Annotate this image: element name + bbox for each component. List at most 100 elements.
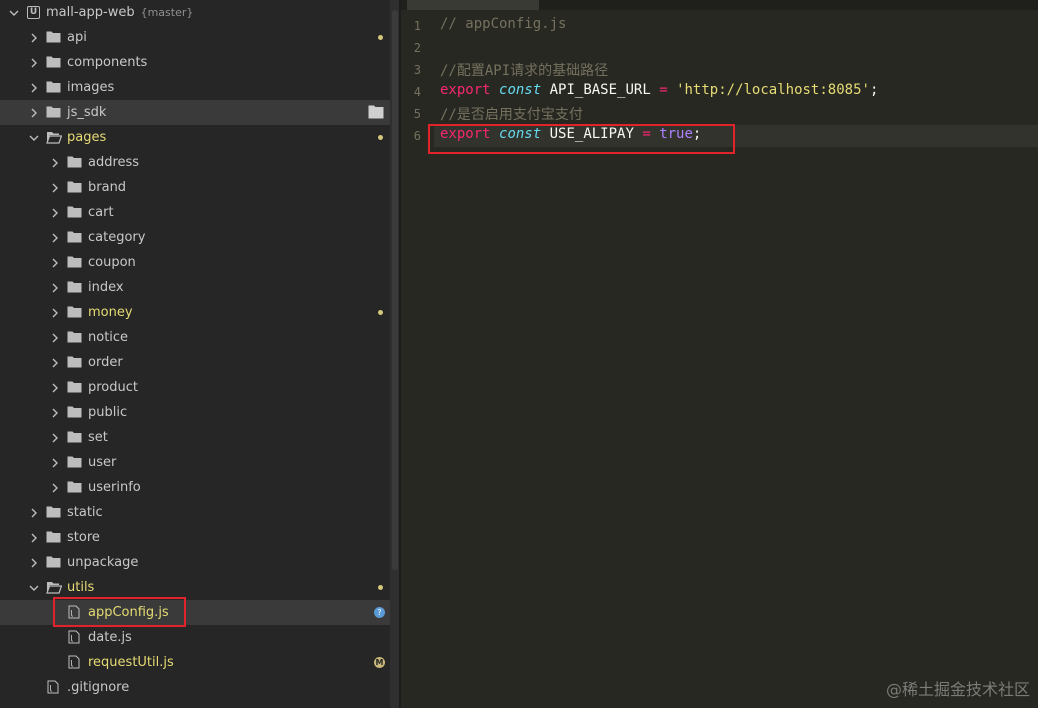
chevron-right-icon[interactable] bbox=[28, 550, 40, 575]
folder-open-icon bbox=[46, 581, 62, 595]
chevron-right-icon[interactable] bbox=[49, 225, 61, 250]
chevron-right-icon[interactable] bbox=[49, 150, 61, 175]
line-number: 2 bbox=[413, 41, 421, 55]
folder-item-userinfo[interactable]: userinfo bbox=[0, 475, 390, 500]
folder-item-address[interactable]: address bbox=[0, 150, 390, 175]
folder-item-js-sdk[interactable]: js_sdk bbox=[0, 100, 390, 125]
tree-item-label: category bbox=[88, 230, 146, 245]
chevron-right-icon[interactable] bbox=[49, 425, 61, 450]
code-token: ; bbox=[869, 82, 879, 98]
folder-item-brand[interactable]: brand bbox=[0, 175, 390, 200]
folder-item-images[interactable]: images bbox=[0, 75, 390, 100]
project-icon: U bbox=[27, 6, 40, 19]
file-item-requestutil-js[interactable]: requestUtil.js M bbox=[0, 650, 390, 675]
project-name: mall-app-web bbox=[46, 5, 135, 20]
modified-badge-icon: M bbox=[374, 657, 385, 668]
chevron-down-icon[interactable] bbox=[28, 125, 40, 150]
code-token: //配置API请求的基础路径 bbox=[440, 63, 609, 79]
folder-item-static[interactable]: static bbox=[0, 500, 390, 525]
folder-item-cart[interactable]: cart bbox=[0, 200, 390, 225]
folder-item-order[interactable]: order bbox=[0, 350, 390, 375]
tree-item-label: .gitignore bbox=[67, 680, 130, 695]
folder-icon bbox=[67, 206, 83, 220]
tree-item-label: unpackage bbox=[67, 555, 139, 570]
file-icon bbox=[68, 630, 80, 644]
chevron-right-icon[interactable] bbox=[28, 75, 40, 100]
untracked-badge-icon: ? bbox=[374, 607, 385, 618]
folder-icon bbox=[46, 56, 62, 70]
tree-item-label: order bbox=[88, 355, 123, 370]
folder-item-set[interactable]: set bbox=[0, 425, 390, 450]
line-number: 3 bbox=[413, 63, 421, 77]
folder-item-coupon[interactable]: coupon bbox=[0, 250, 390, 275]
chevron-right-icon[interactable] bbox=[49, 175, 61, 200]
folder-icon bbox=[67, 331, 83, 345]
code-line[interactable]: //配置API请求的基础路径 bbox=[440, 60, 608, 80]
folder-icon bbox=[67, 481, 83, 495]
folder-icon bbox=[46, 556, 62, 570]
folder-item-components[interactable]: components bbox=[0, 50, 390, 75]
project-root[interactable]: U mall-app-web {master} bbox=[0, 0, 390, 25]
file-item-date-js[interactable]: date.js bbox=[0, 625, 390, 650]
tree-item-label: images bbox=[67, 80, 115, 95]
folder-item-user[interactable]: user bbox=[0, 450, 390, 475]
branch-label: {master} bbox=[140, 6, 194, 19]
chevron-right-icon[interactable] bbox=[28, 25, 40, 50]
line-number: 5 bbox=[413, 107, 421, 121]
chevron-down-icon[interactable] bbox=[8, 0, 20, 25]
folder-icon bbox=[67, 306, 83, 320]
modified-dot-icon bbox=[378, 135, 383, 140]
open-folder-action-icon[interactable] bbox=[368, 105, 384, 123]
chevron-right-icon[interactable] bbox=[49, 450, 61, 475]
chevron-right-icon[interactable] bbox=[28, 525, 40, 550]
folder-item-public[interactable]: public bbox=[0, 400, 390, 425]
tree-item-label: brand bbox=[88, 180, 127, 195]
chevron-right-icon[interactable] bbox=[49, 275, 61, 300]
folder-item-category[interactable]: category bbox=[0, 225, 390, 250]
code-editor[interactable]: 1 2 3 4 5 6 // appConfig.js //配置API请求的基础路径 expor… bbox=[401, 0, 1038, 708]
tree-item-label: product bbox=[88, 380, 139, 395]
folder-item-index[interactable]: index bbox=[0, 275, 390, 300]
chevron-right-icon[interactable] bbox=[49, 300, 61, 325]
folder-item-notice[interactable]: notice bbox=[0, 325, 390, 350]
folder-icon bbox=[46, 31, 62, 45]
code-line[interactable]: //是否启用支付宝支付 bbox=[440, 104, 583, 124]
code-token: 'http://localhost:8085' bbox=[676, 82, 870, 98]
line-number: 6 bbox=[413, 129, 421, 143]
chevron-right-icon[interactable] bbox=[28, 500, 40, 525]
chevron-right-icon[interactable] bbox=[28, 100, 40, 125]
chevron-right-icon[interactable] bbox=[49, 350, 61, 375]
tab-appconfig[interactable] bbox=[407, 0, 539, 10]
line-number: 1 bbox=[413, 19, 421, 33]
chevron-right-icon[interactable] bbox=[49, 475, 61, 500]
folder-icon bbox=[67, 181, 83, 195]
tree-item-label: public bbox=[88, 405, 128, 420]
tree-item-label: money bbox=[88, 305, 133, 320]
file-item-gitignore[interactable]: .gitignore bbox=[0, 675, 390, 700]
chevron-right-icon[interactable] bbox=[28, 50, 40, 75]
folder-item-unpackage[interactable]: unpackage bbox=[0, 550, 390, 575]
line-number: 4 bbox=[413, 85, 421, 99]
folder-item-product[interactable]: product bbox=[0, 375, 390, 400]
chevron-right-icon[interactable] bbox=[49, 200, 61, 225]
chevron-down-icon[interactable] bbox=[28, 575, 40, 600]
code-line[interactable]: export const API_BASE_URL = 'http://loca… bbox=[440, 82, 878, 98]
code-token: //是否启用支付宝支付 bbox=[440, 107, 583, 123]
chevron-right-icon[interactable] bbox=[49, 375, 61, 400]
folder-item-store[interactable]: store bbox=[0, 525, 390, 550]
folder-item-api[interactable]: api bbox=[0, 25, 390, 50]
folder-item-money[interactable]: money bbox=[0, 300, 390, 325]
sidebar-scroll-thumb[interactable] bbox=[392, 10, 398, 570]
chevron-right-icon[interactable] bbox=[49, 325, 61, 350]
code-token: // appConfig.js bbox=[440, 16, 567, 32]
folder-item-pages[interactable]: pages bbox=[0, 125, 390, 150]
chevron-right-icon[interactable] bbox=[49, 400, 61, 425]
tree-item-label: components bbox=[67, 55, 148, 70]
chevron-right-icon[interactable] bbox=[49, 250, 61, 275]
code-token: const bbox=[499, 82, 542, 98]
folder-icon bbox=[67, 231, 83, 245]
modified-dot-icon bbox=[378, 585, 383, 590]
code-line[interactable]: // appConfig.js bbox=[440, 16, 566, 32]
